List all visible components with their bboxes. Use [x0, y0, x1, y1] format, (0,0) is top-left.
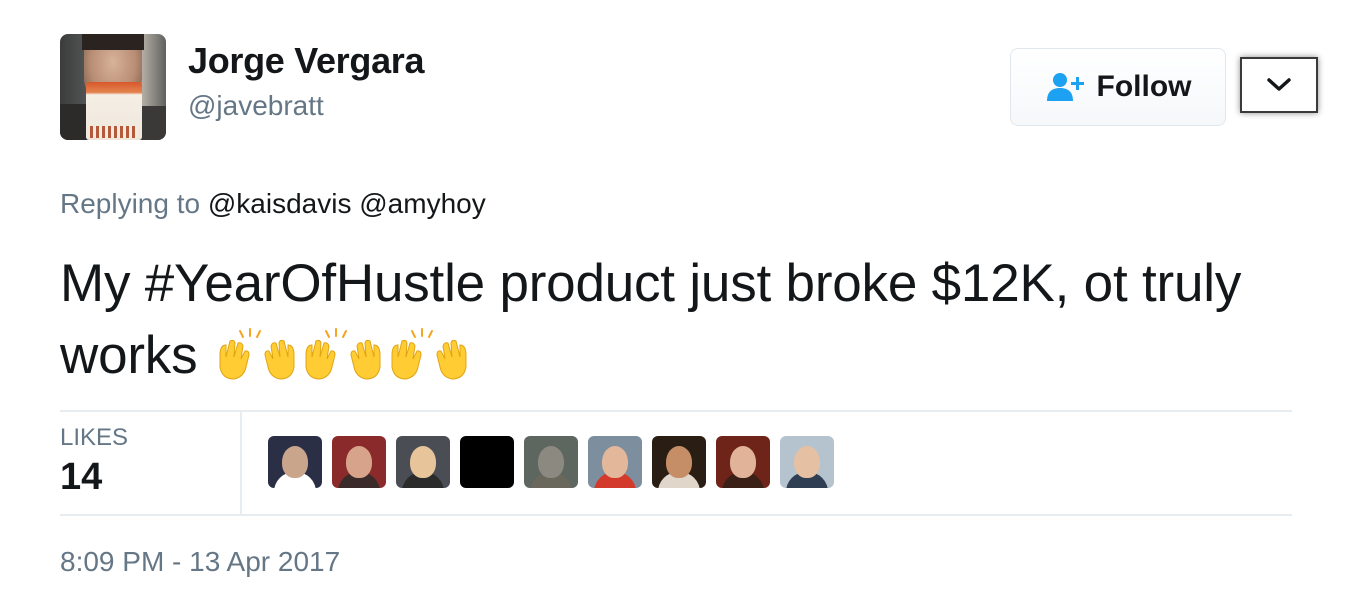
- liker-avatar-1[interactable]: [268, 436, 322, 488]
- emoji-row: [212, 326, 470, 385]
- hashtag-link[interactable]: #YearOfHustle: [145, 254, 485, 313]
- raising-hands-icon: [302, 327, 384, 381]
- tweet-text: My #YearOfHustle product just broke $12K…: [60, 248, 1300, 392]
- likers-row: [268, 436, 834, 488]
- liker-avatar-6[interactable]: [588, 436, 642, 488]
- liker-avatar-4[interactable]: [460, 436, 514, 488]
- follow-button[interactable]: Follow: [1010, 48, 1226, 126]
- likes-label[interactable]: LIKES: [60, 424, 128, 452]
- liker-avatar-5[interactable]: [524, 436, 578, 488]
- mention-link[interactable]: @kaisdavis: [208, 188, 352, 219]
- author-avatar[interactable]: [60, 34, 166, 140]
- author-name[interactable]: Jorge Vergara: [188, 40, 425, 82]
- more-options-button[interactable]: [1240, 57, 1318, 113]
- user-add-icon: [1046, 73, 1084, 101]
- chevron-down-icon: [1267, 78, 1291, 91]
- mention-link[interactable]: @amyhoy: [359, 188, 485, 219]
- replying-prefix: Replying to: [60, 188, 201, 219]
- stats-bottom-divider: [60, 514, 1292, 516]
- liker-avatar-3[interactable]: [396, 436, 450, 488]
- author-handle[interactable]: @javebratt: [188, 90, 324, 122]
- liker-avatar-7[interactable]: [652, 436, 706, 488]
- raising-hands-icon: [216, 327, 298, 381]
- follow-button-label: Follow: [1096, 70, 1192, 103]
- stats-vertical-divider: [240, 412, 242, 514]
- likes-count[interactable]: 14: [60, 456, 102, 499]
- raising-hands-icon: [388, 327, 470, 381]
- liker-avatar-9[interactable]: [780, 436, 834, 488]
- liker-avatar-8[interactable]: [716, 436, 770, 488]
- replying-to: Replying to @kaisdavis @amyhoy: [60, 188, 486, 220]
- stats-top-divider: [60, 410, 1292, 412]
- tweet-text-before: My: [60, 254, 145, 313]
- tweet-timestamp[interactable]: 8:09 PM - 13 Apr 2017: [60, 546, 340, 578]
- liker-avatar-2[interactable]: [332, 436, 386, 488]
